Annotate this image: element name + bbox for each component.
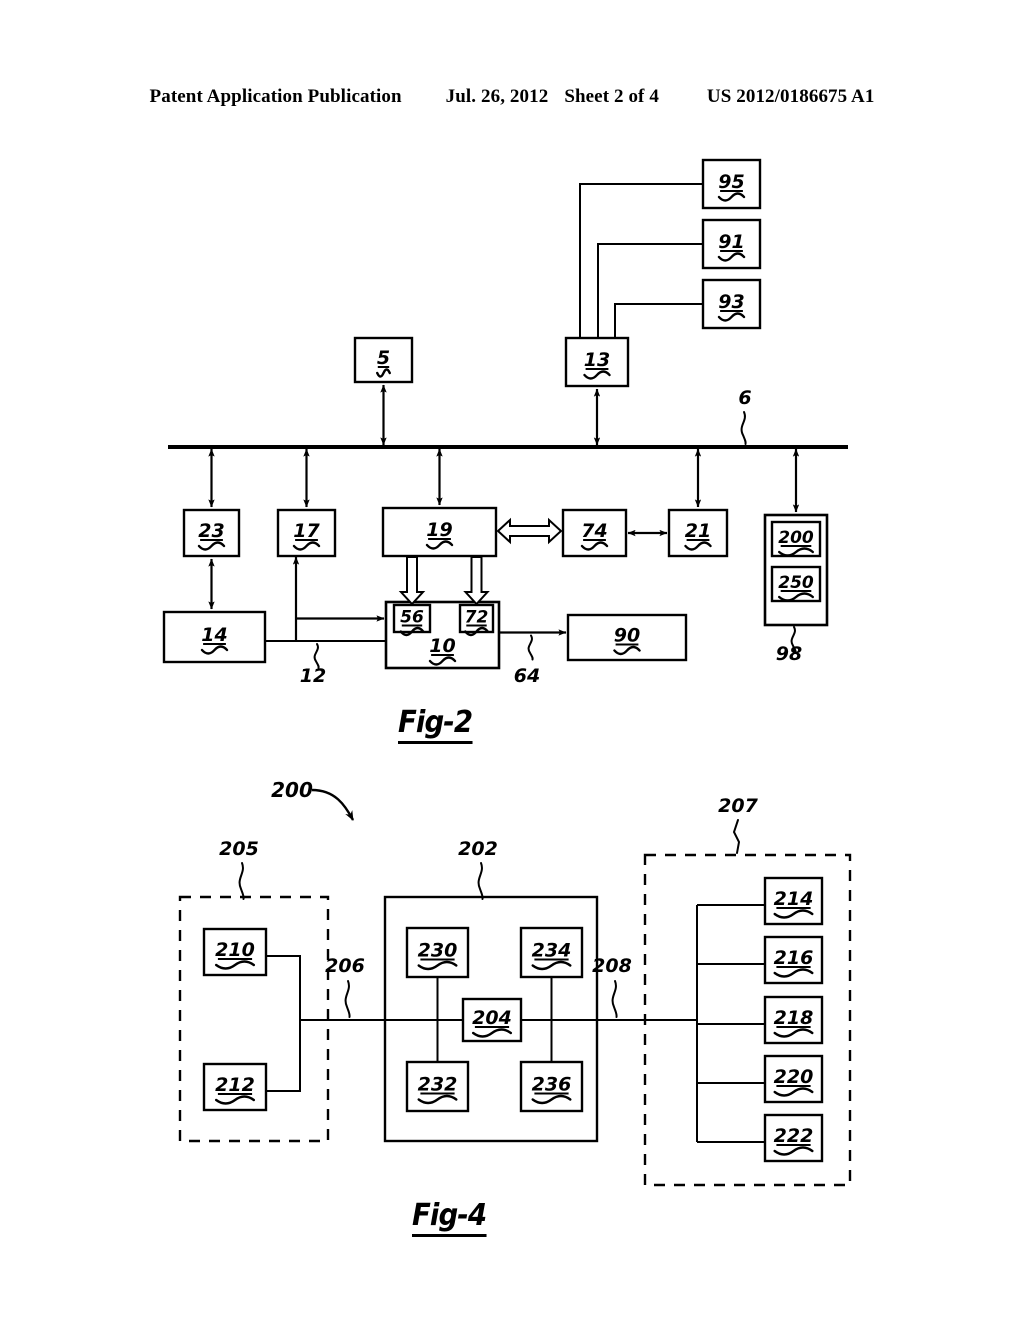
fig2-block-95: 95 — [701, 158, 762, 210]
figures-canvas: 959193135623 17 19 74 21 2002509814121056 7264… — [162, 158, 852, 1187]
block-14-label: 14 — [201, 624, 227, 646]
fig4-block-218: 218 — [763, 995, 824, 1045]
block-19-label: 19 — [426, 519, 452, 541]
fig2-block-72: 72 — [458, 603, 495, 637]
leader-label-12: 12 — [300, 665, 326, 687]
fig4-block-210: 210 — [202, 927, 268, 977]
fig2-block-91: 91 — [701, 218, 762, 270]
fig2-block-14: 14 — [162, 610, 267, 664]
fig2-block-21: 21 — [667, 508, 729, 558]
fig4-block-204: 204 — [461, 997, 523, 1043]
fig2-block-74: 74 — [561, 508, 628, 558]
fig4-block-234: 234 — [519, 926, 584, 979]
leader-label-6: 6 — [738, 387, 751, 409]
fig4-leader-line-202 — [477, 862, 484, 900]
fig4-assembly-arrow — [311, 788, 355, 821]
block-212-label: 212 — [215, 1074, 255, 1096]
fig2-block-56: 56 — [392, 603, 432, 637]
fig4-block-220: 220 — [763, 1054, 824, 1104]
fig4-block-216: 216 — [763, 935, 824, 985]
block-218-label: 218 — [774, 1007, 814, 1029]
patent-drawing-page: Patent Application Publication Jul. 26, … — [0, 0, 1024, 1320]
block-216-label: 216 — [774, 947, 814, 969]
fig4-leader-line-205 — [238, 862, 245, 900]
leader-line-6 — [740, 411, 747, 445]
fig2-block-5: 5 — [353, 336, 414, 384]
block-90-label: 90 — [614, 625, 640, 647]
block-13-label: 13 — [584, 349, 610, 371]
fig4-leader-label-205: 205 — [219, 838, 259, 860]
block-232-label: 232 — [418, 1074, 458, 1096]
block-204-label: 204 — [472, 1007, 512, 1029]
fig2-block-90: 90 — [566, 613, 688, 662]
wire-91-to-13 — [597, 243, 703, 338]
block-91-label: 91 — [718, 231, 744, 253]
fig4-block-222: 222 — [763, 1113, 824, 1163]
block-23-label: 23 — [198, 520, 224, 542]
block-21-label: 21 — [685, 520, 711, 542]
fig4-leader-label-208: 208 — [592, 955, 632, 977]
hollow-arrow-19-72 — [463, 556, 490, 606]
block-10-label: 10 — [429, 635, 455, 657]
fig2-block-93: 93 — [701, 278, 762, 330]
fig2-block-13: 13 — [564, 336, 630, 388]
fig2-block-250: 250 — [770, 565, 822, 603]
fig4-leader-line-207 — [732, 819, 741, 854]
fig4-leader-line-206 — [344, 980, 351, 1018]
block-230-label: 230 — [418, 940, 458, 962]
fig4-wire-210-212-bracket — [266, 955, 301, 1092]
fig2-block-19: 19 — [381, 506, 498, 558]
fig4-leader-label-202: 202 — [458, 838, 498, 860]
hollow-arrow-19-74 — [496, 517, 563, 545]
block-74-label: 74 — [581, 520, 607, 542]
fig4-leader-label-206: 206 — [325, 955, 365, 977]
block-220-label: 220 — [774, 1066, 814, 1088]
figure-4-caption: Fig-4 — [412, 1198, 487, 1237]
figure-4: 200 205 202 207 206 208 210 212 230 234 232 236 204 2… — [178, 778, 852, 1187]
fig2-block-17: 17 — [276, 508, 337, 558]
block-234-label: 234 — [532, 940, 572, 962]
block-5-label: 5 — [377, 347, 390, 369]
figure-2-caption: Fig-2 — [398, 705, 473, 744]
hollow-arrow-19-56 — [398, 556, 426, 606]
fig2-block-200: 200 — [770, 520, 822, 558]
wire-93-to-13 — [614, 303, 703, 338]
leader-line-64 — [527, 634, 534, 661]
fig4-block-212: 212 — [202, 1062, 268, 1112]
figure-2: 959193135623 17 19 74 21 2002509814121056 7264… — [162, 158, 848, 687]
block-222-label: 222 — [774, 1125, 814, 1147]
leader-label-64: 64 — [514, 665, 540, 687]
fig4-assembly-label: 200 — [271, 778, 313, 802]
fig4-leader-label-207: 207 — [718, 795, 758, 817]
fig4-block-230: 230 — [405, 926, 470, 979]
block-95-label: 95 — [718, 171, 744, 193]
fig4-block-232: 232 — [405, 1060, 470, 1113]
block-17-label: 17 — [293, 520, 320, 542]
fig4-block-236: 236 — [519, 1060, 584, 1113]
fig4-leader-line-208 — [611, 980, 618, 1018]
block-236-label: 236 — [532, 1074, 572, 1096]
block-210-label: 210 — [215, 939, 255, 961]
block-93-label: 93 — [718, 291, 744, 313]
fig2-block-23: 23 — [182, 508, 241, 558]
leader-label-98: 98 — [776, 643, 802, 665]
block-214-label: 214 — [774, 888, 814, 910]
fig4-block-214: 214 — [763, 876, 824, 926]
